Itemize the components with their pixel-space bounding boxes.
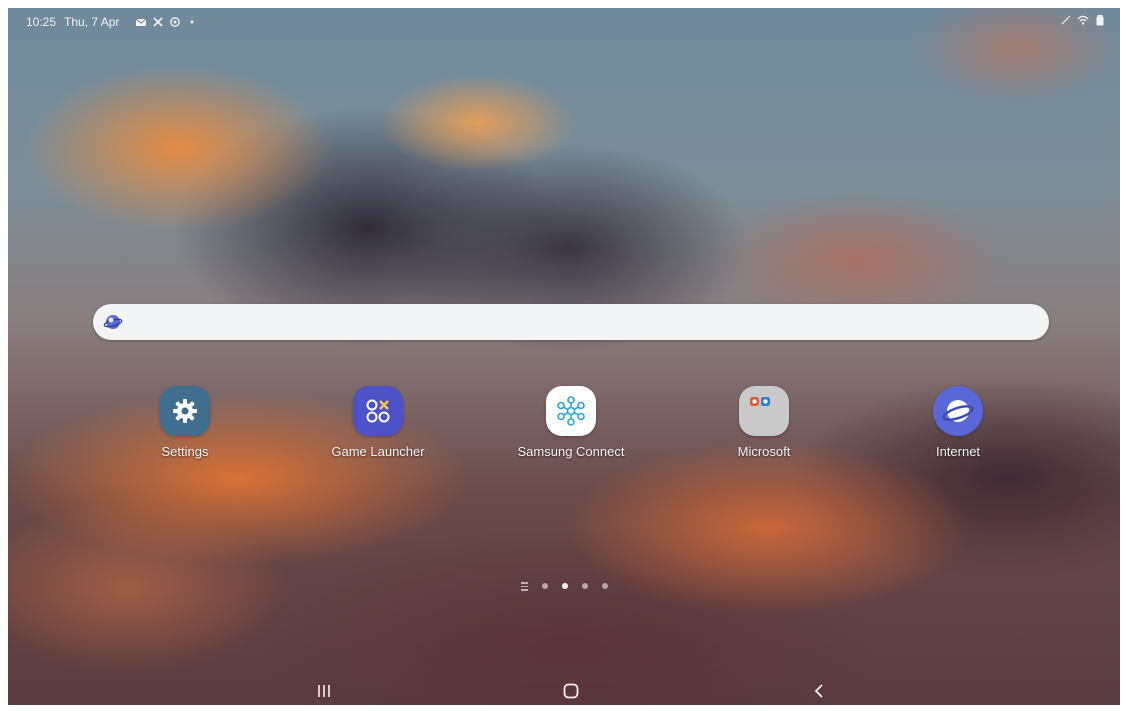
navigation-bar <box>8 676 1120 705</box>
wifi-icon <box>1077 14 1089 26</box>
recents-button[interactable] <box>304 680 344 702</box>
sync-icon <box>169 16 181 28</box>
status-right <box>1060 14 1106 26</box>
status-left: 10:25 Thu, 7 Apr <box>26 15 198 29</box>
internet-icon <box>933 386 983 436</box>
page-dot-1 <box>541 583 548 590</box>
app-folder-microsoft[interactable]: Microsoft <box>694 386 834 459</box>
page-dot-3 <box>581 583 588 590</box>
home-button[interactable] <box>551 680 591 702</box>
folder-icon <box>739 386 789 436</box>
app-label: Samsung Connect <box>517 444 625 459</box>
app-samsung-connect[interactable]: Samsung Connect <box>501 386 641 459</box>
game-launcher-icon <box>353 386 403 436</box>
status-date: Thu, 7 Apr <box>64 15 120 29</box>
page-indicator-lines-icon <box>520 582 528 591</box>
back-icon <box>814 684 823 698</box>
app-label: Game Launcher <box>331 444 425 459</box>
app-internet[interactable]: Internet <box>888 386 1028 459</box>
notification-icons <box>135 16 198 28</box>
page-dot-2-active <box>561 583 568 590</box>
page-dot-4 <box>601 583 608 590</box>
home-screen: 10:25 Thu, 7 Apr Settings Game Launcher … <box>8 8 1120 705</box>
app-label: Settings <box>161 444 209 459</box>
app-grid: Settings Game Launcher Samsung Connect M… <box>8 386 1120 476</box>
app-settings[interactable]: Settings <box>115 386 255 459</box>
samsung-internet-icon <box>103 315 123 329</box>
search-input[interactable] <box>131 306 1033 338</box>
signal-icon <box>1060 14 1072 26</box>
email-icon <box>135 16 147 28</box>
app-label: Internet <box>935 444 981 459</box>
dot-icon <box>186 16 198 28</box>
battery-icon <box>1094 14 1106 26</box>
gear-icon <box>160 386 210 436</box>
status-bar: 10:25 Thu, 7 Apr <box>8 8 1120 36</box>
home-icon <box>563 683 579 699</box>
missed-call-icon <box>152 16 164 28</box>
recents-icon <box>318 685 330 697</box>
app-game-launcher[interactable]: Game Launcher <box>308 386 448 459</box>
clock-time: 10:25 <box>26 15 57 29</box>
search-bar[interactable] <box>93 304 1049 340</box>
page-indicator[interactable] <box>8 582 1120 591</box>
samsung-connect-icon <box>546 386 596 436</box>
app-label: Microsoft <box>737 444 791 459</box>
back-button[interactable] <box>799 680 839 702</box>
